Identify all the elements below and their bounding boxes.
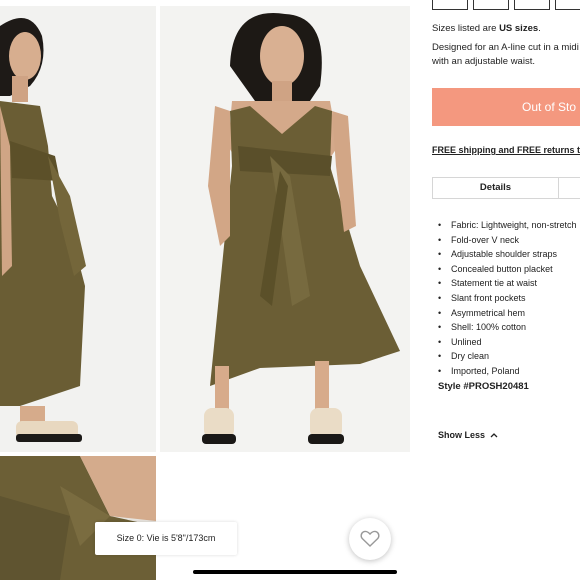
out-of-stock-button[interactable]: Out of Sto [432,88,580,126]
sizes-note-suffix: . [538,23,541,34]
feature-item: Unlined [438,335,577,350]
product-photo-front[interactable] [160,6,410,452]
model-size-tag: Size 0: Vie is 5'8"/173cm [95,522,237,555]
tab-details[interactable]: Details [433,178,559,198]
feature-item: Asymmetrical hem [438,306,577,321]
product-tabs: Details [432,177,580,199]
feature-item: Statement tie at waist [438,276,577,291]
size-option[interactable] [514,0,550,10]
fabric-detail-image [0,456,156,580]
feature-item: Fold-over V neck [438,233,577,248]
description-line-1: Designed for an A-line cut in a midi le [432,42,580,53]
feature-list: Fabric: Lightweight, non-stretch Fold-ov… [438,218,577,379]
sizes-note-prefix: Sizes listed are [432,23,500,34]
heart-icon [360,530,380,547]
sizes-note-bold: US sizes [499,23,539,34]
size-option[interactable] [473,0,509,10]
feature-item: Concealed button placket [438,262,577,277]
size-option[interactable] [432,0,468,10]
feature-item: Slant front pockets [438,291,577,306]
description-line-2: with an adjustable waist. [432,56,535,67]
chevron-up-icon [490,433,497,438]
show-less-link[interactable]: Show Less [438,430,498,440]
style-number: Style #PROSH20481 [438,381,529,392]
product-photo-side[interactable] [0,6,156,452]
feature-item: Adjustable shoulder straps [438,247,577,262]
home-indicator[interactable] [193,570,397,574]
sizes-note: Sizes listed are US sizes. [432,23,541,34]
feature-item: Shell: 100% cotton [438,320,577,335]
product-description: Designed for an A-line cut in a midi le … [432,41,580,69]
favorite-button[interactable] [349,518,391,560]
size-option[interactable] [555,0,580,10]
model-front-image [160,6,410,452]
feature-item: Dry clean [438,349,577,364]
feature-item: Imported, Poland [438,364,577,379]
feature-item: Fabric: Lightweight, non-stretch [438,218,577,233]
show-less-label: Show Less [438,430,486,440]
free-shipping-link[interactable]: FREE shipping and FREE returns to C [432,145,580,155]
model-side-image [0,6,156,452]
product-photo-detail[interactable] [0,456,156,580]
